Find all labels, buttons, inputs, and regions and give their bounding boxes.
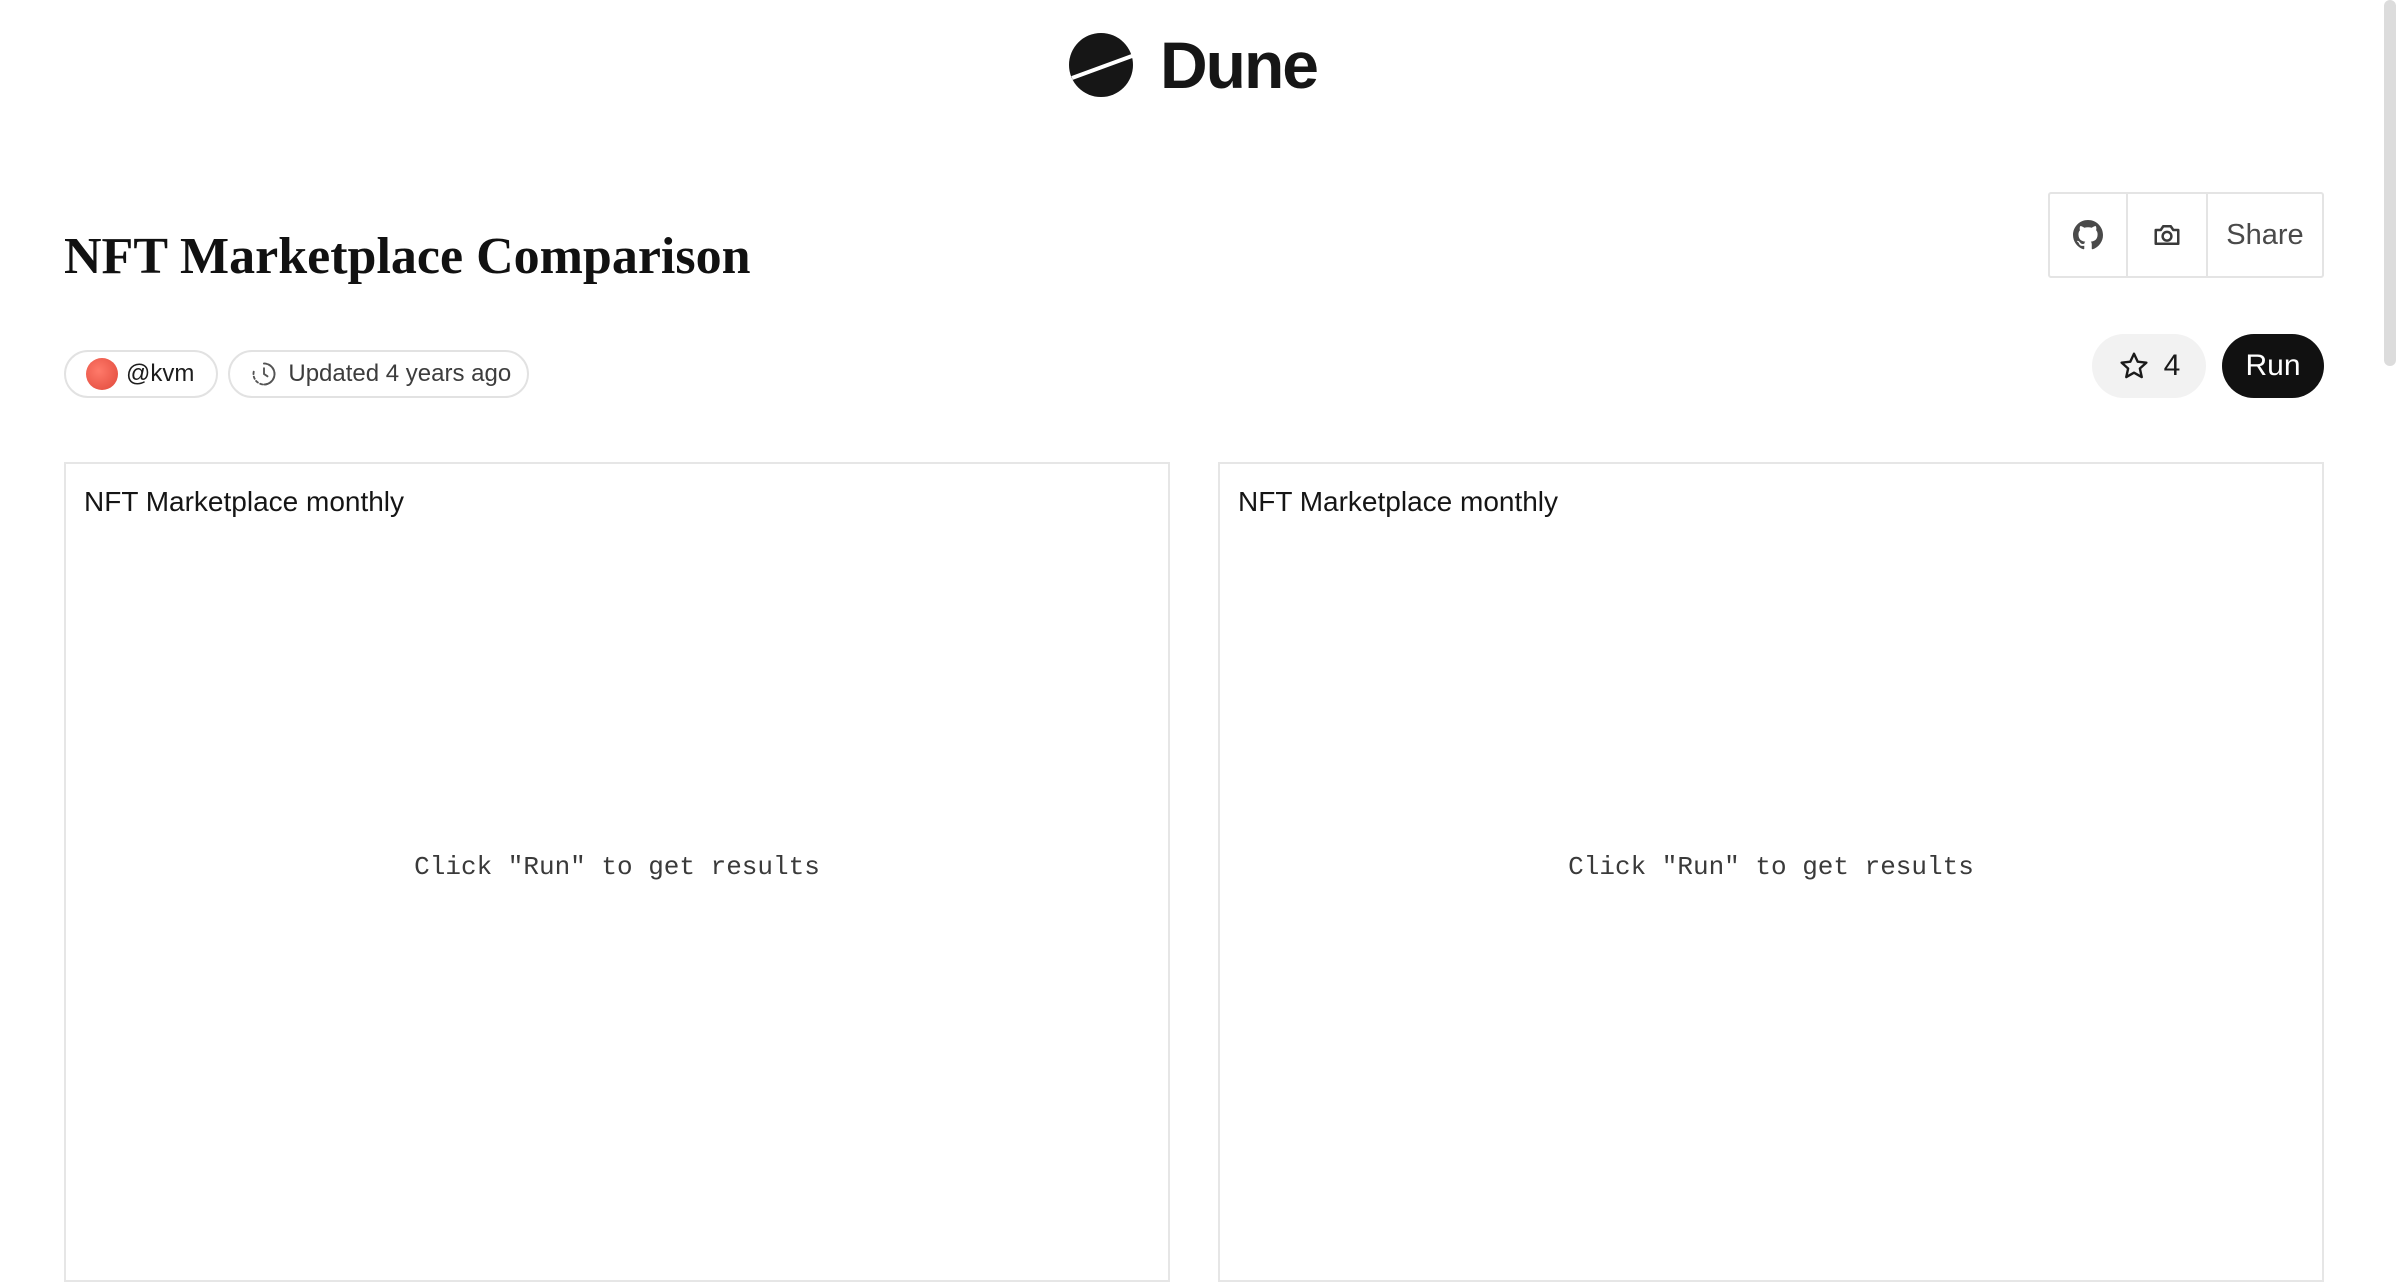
updated-value: 4 years ago [385,360,512,387]
page-title: NFT Marketplace Comparison [64,227,751,285]
star-icon [2120,352,2148,379]
dune-logo[interactable]: Dune [1068,28,1319,102]
clock-icon [252,362,276,386]
brand-name: Dune [1160,28,1319,102]
scrollbar-thumb[interactable] [2384,0,2396,366]
run-button[interactable]: Run [2222,334,2324,398]
dashboard-actions: Share [2048,192,2324,278]
visualization-panel: NFT Marketplace monthly Click "Run" to g… [64,462,1170,1282]
star-count: 4 [2163,349,2181,382]
panel-title: NFT Marketplace monthly [84,486,405,517]
meta-row: @kvm Updated 4 years ago [64,350,530,398]
updated-label: Updated [288,360,380,387]
avatar [86,358,118,390]
author-name: @kvm [126,360,195,387]
github-button[interactable] [2050,194,2128,276]
github-icon [2073,220,2103,250]
updated-pill: Updated 4 years ago [228,350,530,398]
page-scrollbar[interactable] [2376,0,2400,1260]
empty-state-message: Click "Run" to get results [414,852,820,882]
panel-title: NFT Marketplace monthly [1238,486,1559,517]
share-button[interactable]: Share [2208,194,2322,276]
dune-logo-icon [1069,33,1133,97]
author-pill[interactable]: @kvm [64,350,219,398]
star-button[interactable]: 4 [2092,334,2206,398]
camera-icon [2154,225,2180,245]
visualization-panel: NFT Marketplace monthly Click "Run" to g… [1218,462,2324,1282]
top-bar: Dune [0,0,2376,130]
screenshot-button[interactable] [2128,194,2208,276]
empty-state-message: Click "Run" to get results [1568,852,1974,882]
